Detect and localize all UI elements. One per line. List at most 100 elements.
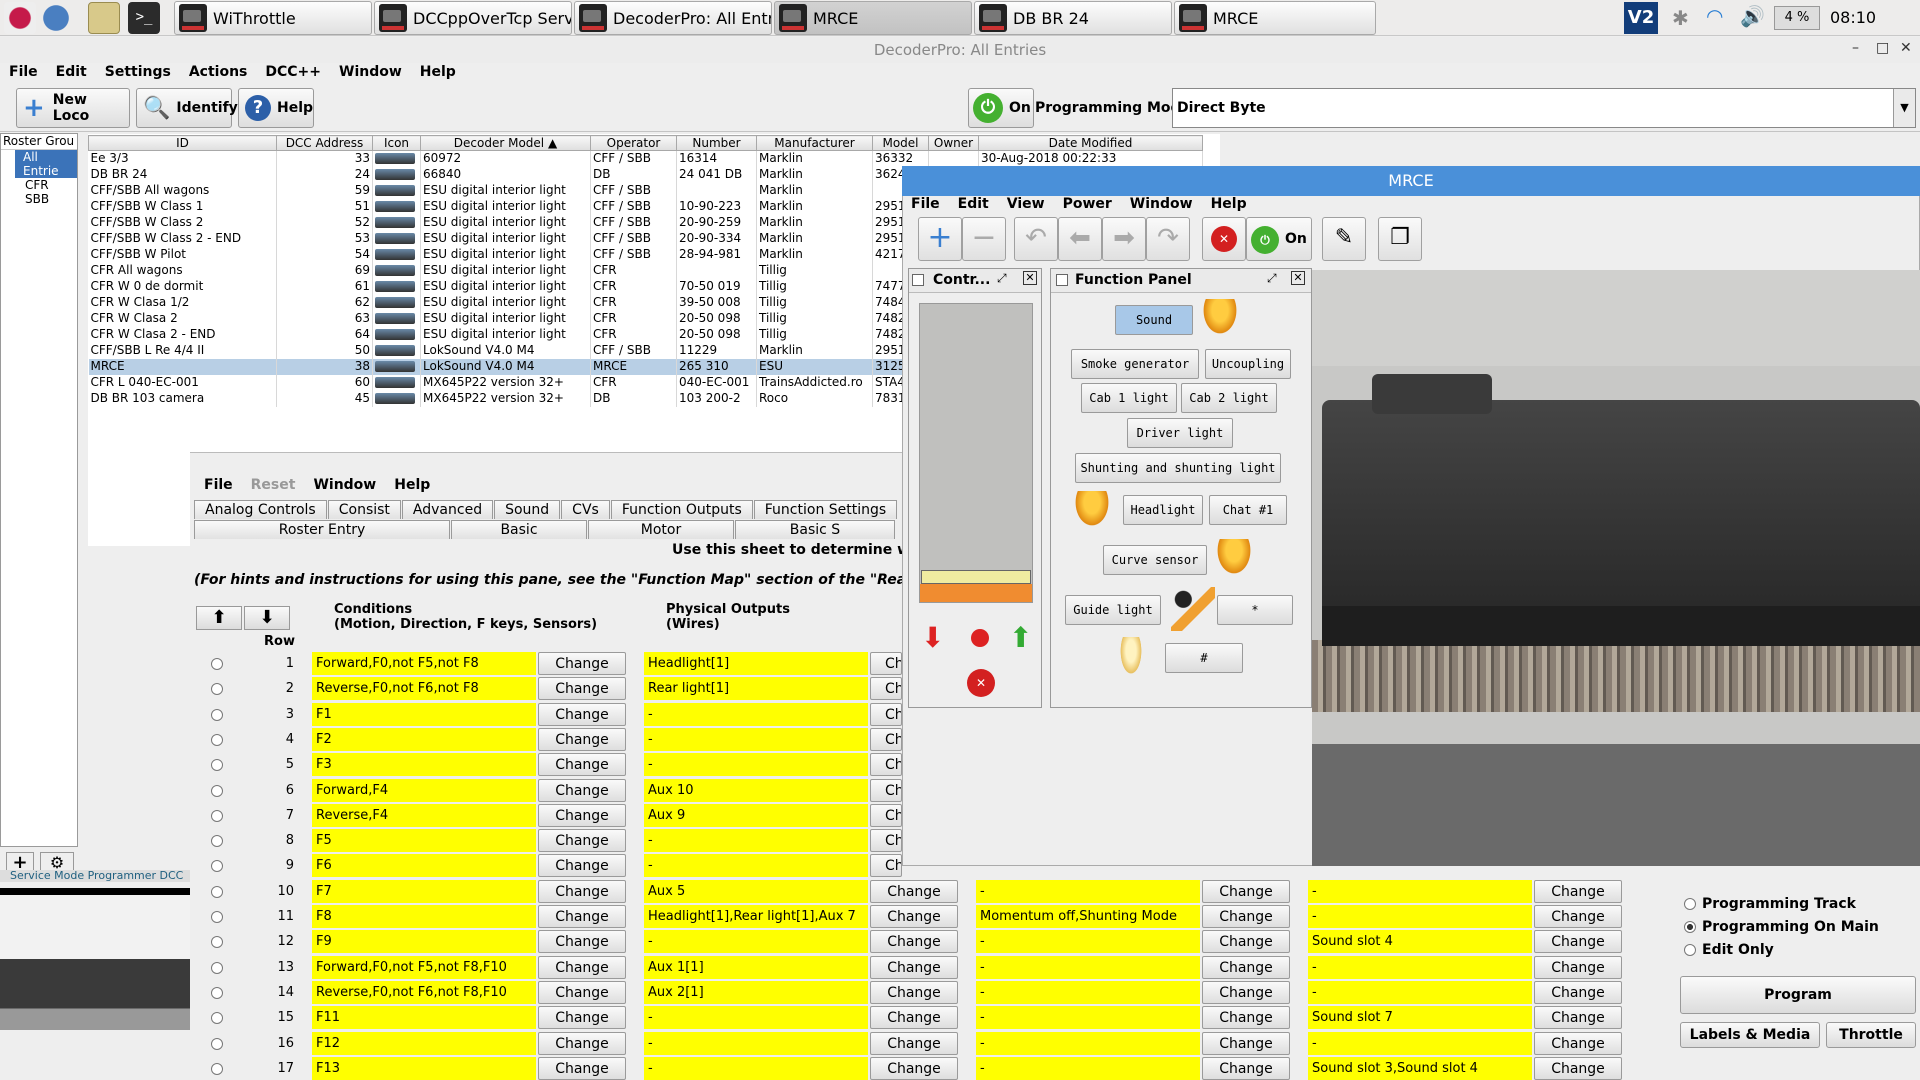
- new-loco-button[interactable]: + New Loco: [16, 88, 130, 128]
- tab-roster-entry[interactable]: Roster Entry: [194, 520, 450, 539]
- restore-icon[interactable]: ⤢: [997, 271, 1007, 286]
- help-button[interactable]: ? Help: [238, 88, 314, 128]
- prog-menu-window[interactable]: Window: [304, 477, 385, 497]
- tree-item-sbb[interactable]: SBB: [23, 192, 77, 206]
- change-output-button[interactable]: Change: [870, 1032, 958, 1055]
- clock[interactable]: 08:10: [1830, 8, 1876, 27]
- emergency-stop-icon[interactable]: ✕: [967, 669, 995, 697]
- function-guide-light-button[interactable]: Guide light: [1065, 595, 1161, 625]
- change-condition-button[interactable]: Change: [538, 905, 626, 928]
- maximize-button[interactable]: □: [1876, 40, 1889, 56]
- bell-icon[interactable]: [1201, 299, 1239, 337]
- chevron-down-icon[interactable]: ▼: [1893, 89, 1915, 127]
- change-output-button[interactable]: Change: [870, 956, 958, 979]
- power-button[interactable]: ⏻ On: [968, 88, 1034, 128]
- change-sound-button[interactable]: Change: [1534, 1006, 1622, 1029]
- change-output-button[interactable]: Ch: [870, 829, 902, 852]
- col-owner[interactable]: Owner: [928, 135, 979, 151]
- menu-settings[interactable]: Settings: [96, 64, 180, 84]
- row-select-radio[interactable]: [211, 785, 223, 797]
- change-sound-button[interactable]: Change: [1534, 981, 1622, 1004]
- emergency-stop-button[interactable]: ✕: [1202, 217, 1246, 261]
- row-select-radio[interactable]: [211, 658, 223, 670]
- tree-item-cfr[interactable]: CFR: [23, 178, 77, 192]
- change-output-button[interactable]: Change: [870, 1057, 958, 1080]
- task-decoderpro[interactable]: DecoderPro: All Entries: [574, 1, 772, 35]
- tab-sound[interactable]: Sound: [494, 500, 561, 519]
- change-condition-button[interactable]: Change: [538, 652, 626, 675]
- change-output-button[interactable]: Change: [870, 905, 958, 928]
- change-condition-button[interactable]: Change: [538, 779, 626, 802]
- change-output-button[interactable]: Change: [870, 1006, 958, 1029]
- wifi-icon[interactable]: ◠: [1706, 4, 1723, 28]
- tab-consist[interactable]: Consist: [327, 500, 401, 519]
- row-select-radio[interactable]: [211, 987, 223, 999]
- change-condition-button[interactable]: Change: [538, 956, 626, 979]
- col-operator[interactable]: Operator: [590, 135, 677, 151]
- change-condition-button[interactable]: Change: [538, 854, 626, 877]
- close-button[interactable]: ✕: [1900, 40, 1912, 56]
- prog-menu-reset[interactable]: Reset: [242, 477, 305, 497]
- option-programming-on-main[interactable]: Programming On Main: [1684, 919, 1879, 935]
- function-chat1-button[interactable]: Chat #1: [1209, 495, 1287, 525]
- row-select-radio[interactable]: [211, 835, 223, 847]
- function-uncoupling-button[interactable]: Uncoupling: [1205, 349, 1291, 379]
- tab-cvs[interactable]: CVs: [561, 500, 610, 519]
- speed-slider[interactable]: [919, 303, 1033, 603]
- menu-help[interactable]: Help: [411, 64, 465, 84]
- prog-menu-file[interactable]: File: [195, 477, 242, 497]
- row-select-radio[interactable]: [211, 886, 223, 898]
- task-withrottle[interactable]: WiThrottle: [174, 1, 372, 35]
- tab-basic[interactable]: Basic: [451, 520, 587, 539]
- previous-icon[interactable]: ⬅: [1058, 217, 1102, 261]
- move-up-icon[interactable]: ⬆: [196, 606, 242, 630]
- raspberry-menu-icon[interactable]: [4, 2, 36, 34]
- menu-dccpp[interactable]: DCC++: [256, 64, 330, 84]
- change-output-button[interactable]: Ch: [870, 854, 902, 877]
- change-logic-button[interactable]: Change: [1202, 930, 1290, 953]
- volume-icon[interactable]: 🔊: [1740, 4, 1765, 28]
- close-icon[interactable]: ✕: [1291, 271, 1305, 285]
- function-shunting-light-button[interactable]: Shunting and shunting light: [1075, 453, 1281, 483]
- forward-arrow-icon[interactable]: ⬆: [1009, 621, 1032, 654]
- mrce-power-button[interactable]: ⏻ On: [1246, 217, 1312, 261]
- row-select-radio[interactable]: [211, 962, 223, 974]
- change-output-button[interactable]: Change: [870, 880, 958, 903]
- change-sound-button[interactable]: Change: [1534, 905, 1622, 928]
- change-sound-button[interactable]: Change: [1534, 956, 1622, 979]
- row-select-radio[interactable]: [211, 734, 223, 746]
- move-down-icon[interactable]: ⬇: [244, 606, 290, 630]
- col-icon[interactable]: Icon: [372, 135, 421, 151]
- row-select-radio[interactable]: [211, 1012, 223, 1024]
- function-star-button[interactable]: *: [1217, 595, 1293, 625]
- menu-actions[interactable]: Actions: [180, 64, 257, 84]
- slider-handle[interactable]: [921, 570, 1031, 584]
- col-dcc-address[interactable]: DCC Address: [276, 135, 373, 151]
- mrce-menu-edit[interactable]: Edit: [949, 196, 998, 216]
- function-cab1-light-button[interactable]: Cab 1 light: [1081, 383, 1177, 413]
- task-dccpp-server[interactable]: DCCppOverTcp Server: [374, 1, 572, 35]
- throttle-button[interactable]: Throttle: [1826, 1022, 1916, 1048]
- function-smoke-generator-button[interactable]: Smoke generator: [1071, 349, 1199, 379]
- stop-direction-icon[interactable]: [971, 629, 989, 647]
- change-logic-button[interactable]: Change: [1202, 956, 1290, 979]
- mrce-menu-file[interactable]: File: [902, 196, 949, 216]
- function-driver-light-button[interactable]: Driver light: [1127, 418, 1233, 448]
- row-select-radio[interactable]: [211, 810, 223, 822]
- roster-row[interactable]: Ee 3/3 33 60972 CFF / SBB 16314 Marklin 36332 3…: [88, 150, 1203, 167]
- web-browser-icon[interactable]: [40, 2, 72, 34]
- row-select-radio[interactable]: [211, 936, 223, 948]
- bell-icon[interactable]: [1073, 491, 1111, 529]
- change-condition-button[interactable]: Change: [538, 981, 626, 1004]
- change-condition-button[interactable]: Change: [538, 829, 626, 852]
- close-icon[interactable]: ✕: [1023, 271, 1037, 285]
- option-programming-track[interactable]: Programming Track: [1684, 896, 1856, 912]
- preferences-icon[interactable]: ✎: [1322, 217, 1366, 261]
- bell-icon[interactable]: [1215, 539, 1253, 577]
- col-number[interactable]: Number: [676, 135, 757, 151]
- change-condition-button[interactable]: Change: [538, 1032, 626, 1055]
- change-logic-button[interactable]: Change: [1202, 880, 1290, 903]
- undo-icon[interactable]: ↶: [1014, 217, 1058, 261]
- tab-function-settings[interactable]: Function Settings: [753, 500, 898, 519]
- change-output-button[interactable]: Ch: [870, 779, 902, 802]
